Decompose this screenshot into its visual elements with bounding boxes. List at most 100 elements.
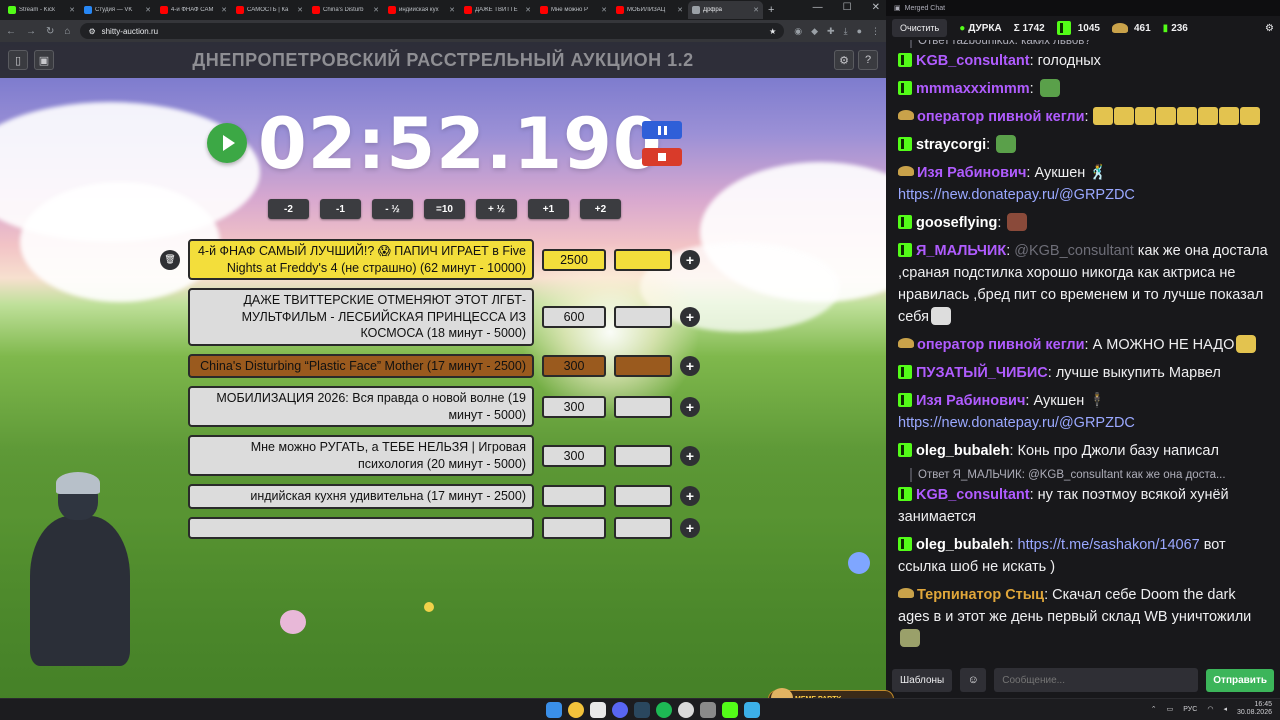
lot-amount[interactable]: 300 — [542, 395, 606, 418]
lot-name[interactable]: 4-й ФНАФ САМЫЙ ЛУЧШИЙ!? 😱 ПАПИЧ ИГРАЕТ в… — [188, 239, 534, 280]
message-link[interactable]: https://t.me/sashakon/14067 — [1018, 537, 1200, 553]
chat-username[interactable]: ПУЗАТЫЙ_ЧИБИС — [916, 365, 1048, 381]
obs-icon[interactable] — [678, 702, 694, 718]
browser-tab[interactable]: Студия — VK ✕ — [80, 1, 155, 19]
new-tab-icon[interactable]: + — [768, 4, 774, 16]
tab-close-icon[interactable]: ✕ — [69, 6, 75, 14]
lot-amount[interactable] — [542, 516, 606, 539]
volume-icon[interactable]: ◂ — [1223, 705, 1227, 713]
emoji-icon[interactable]: ☺ — [960, 668, 987, 692]
add-amount-button[interactable]: + — [680, 306, 700, 327]
lot-name[interactable]: ДАЖЕ ТВИТТЕРСКИЕ ОТМЕНЯЮТ ЭТОТ ЛГБТ-МУЛЬ… — [188, 288, 534, 346]
lot-amount[interactable]: 300 — [542, 354, 606, 377]
add-amount-button[interactable]: + — [680, 517, 700, 538]
bookmark-star-icon[interactable]: ★ — [769, 27, 776, 36]
browser-tab[interactable]: China's Disturb ✕ — [308, 1, 383, 19]
extension-icon[interactable]: ◆ — [811, 26, 818, 37]
mention[interactable]: @KGB_consultant — [1014, 243, 1134, 259]
tab-close-icon[interactable]: ✕ — [753, 6, 759, 14]
tab-close-icon[interactable]: ✕ — [221, 6, 227, 14]
lang-indicator[interactable]: РУС — [1183, 706, 1197, 713]
chat-username[interactable]: oleg_bubaleh — [916, 443, 1009, 459]
chat-username[interactable]: Изя Рабинович — [917, 165, 1026, 181]
back-icon[interactable]: ← — [6, 26, 16, 37]
chat-username[interactable]: KGB_consultant — [916, 53, 1030, 69]
chat-username[interactable]: Я_МАЛЬЧИК — [916, 243, 1006, 259]
minimize-icon[interactable]: — — [813, 2, 823, 13]
add-amount-button[interactable]: + — [680, 355, 700, 376]
tab-close-icon[interactable]: ✕ — [297, 6, 303, 14]
timer-adjust-button[interactable]: - ½ — [372, 199, 413, 219]
chat-username[interactable]: Терпинатор Стыц — [917, 587, 1044, 603]
lot-amount[interactable] — [542, 485, 606, 508]
maximize-icon[interactable]: ☐ — [843, 2, 852, 13]
chat-username[interactable]: mmmaxxximmm — [916, 81, 1030, 97]
lot-name[interactable]: МОБИЛИЗАЦИЯ 2026: Вся правда о новой вол… — [188, 386, 534, 427]
lot-add-amount-input[interactable] — [614, 516, 672, 539]
lot-amount[interactable]: 300 — [542, 444, 606, 467]
lot-amount[interactable]: 2500 — [542, 248, 606, 271]
pause-button[interactable] — [642, 121, 682, 139]
browser-tab[interactable]: МОБИЛИЗАЦ ✕ — [612, 1, 687, 19]
chat-username[interactable]: оператор пивной кегли — [917, 337, 1085, 353]
discord-icon[interactable] — [612, 702, 628, 718]
tray-chevron-icon[interactable]: ⌃ — [1151, 705, 1157, 713]
tab-close-icon[interactable]: ✕ — [601, 6, 607, 14]
settings-icon[interactable]: ⚙ — [834, 50, 854, 70]
browser-tab[interactable]: ДАЖЕ ТВИТТЕ ✕ — [460, 1, 535, 19]
chat-username[interactable]: Изя Рабинович — [916, 393, 1025, 409]
lot-add-amount-input[interactable] — [614, 395, 672, 418]
lot-add-amount-input[interactable] — [614, 485, 672, 508]
timer-adjust-button[interactable]: +1 — [528, 199, 569, 219]
tab-close-icon[interactable]: ✕ — [373, 6, 379, 14]
lot-name[interactable]: индийская кухня удивительна (17 минут - … — [188, 484, 534, 509]
play-button[interactable] — [207, 123, 247, 163]
add-amount-button[interactable]: + — [680, 249, 700, 270]
tray-app-icon[interactable]: ▭ — [1167, 705, 1174, 713]
timer-adjust-button[interactable]: +2 — [580, 199, 621, 219]
app-icon[interactable] — [700, 702, 716, 718]
browser-tab[interactable]: 4-й ФНАФ САМ ✕ — [156, 1, 231, 19]
lot-add-amount-input[interactable] — [614, 248, 672, 271]
chat-settings-icon[interactable]: ⚙ — [1265, 23, 1274, 34]
lot-amount[interactable]: 600 — [542, 305, 606, 328]
chat-username[interactable]: gooseflying — [916, 215, 997, 231]
message-input[interactable] — [994, 668, 1199, 692]
timer-adjust-button[interactable]: -2 — [268, 199, 309, 219]
lot-add-amount-input[interactable] — [614, 354, 672, 377]
tab-close-icon[interactable]: ✕ — [449, 6, 455, 14]
timer-adjust-button[interactable]: -1 — [320, 199, 361, 219]
message-link[interactable]: https://new.donatepay.ru/@GRPZDC — [898, 415, 1135, 431]
tab-close-icon[interactable]: ✕ — [525, 6, 531, 14]
telegram-icon[interactable] — [744, 702, 760, 718]
spotify-icon[interactable] — [656, 702, 672, 718]
lot-name[interactable] — [188, 516, 534, 539]
help-icon[interactable]: ? — [858, 50, 878, 70]
puzzle-icon[interactable]: ✚ — [827, 26, 835, 37]
chat-username[interactable]: KGB_consultant — [916, 487, 1030, 503]
add-amount-button[interactable]: + — [680, 445, 700, 466]
browser-tab[interactable]: Stream - Kick ✕ — [4, 1, 79, 19]
chrome-icon[interactable] — [568, 702, 584, 718]
message-link[interactable]: https://new.donatepay.ru/@GRPZDC — [898, 187, 1135, 203]
app-icon[interactable] — [590, 702, 606, 718]
start-icon[interactable] — [546, 702, 562, 718]
network-icon[interactable]: ◠ — [1207, 705, 1213, 713]
profile-icon[interactable]: ● — [857, 26, 862, 37]
forward-icon[interactable]: → — [26, 26, 36, 37]
chat-username[interactable]: oleg_bubaleh — [916, 537, 1009, 553]
timer-adjust-button[interactable]: =10 — [424, 199, 465, 219]
add-amount-button[interactable]: + — [680, 396, 700, 417]
address-bar[interactable]: ⚙ shitty-auction.ru ★ — [80, 23, 785, 39]
send-button[interactable]: Отправить — [1206, 668, 1274, 692]
lot-name[interactable]: China's Disturbing “Plastic Face” Mother… — [188, 353, 534, 378]
browser-tab[interactable]: Мне можно Р ✕ — [536, 1, 611, 19]
tab-close-icon[interactable]: ✕ — [677, 6, 683, 14]
chat-username[interactable]: оператор пивной кегли — [917, 109, 1085, 125]
lot-add-amount-input[interactable] — [614, 444, 672, 467]
download-icon[interactable]: ⤓ — [844, 26, 848, 37]
kick-app-icon[interactable] — [722, 702, 738, 718]
templates-button[interactable]: Шаблоны — [892, 668, 953, 692]
close-icon[interactable]: ✕ — [872, 2, 880, 13]
steam-icon[interactable] — [634, 702, 650, 718]
